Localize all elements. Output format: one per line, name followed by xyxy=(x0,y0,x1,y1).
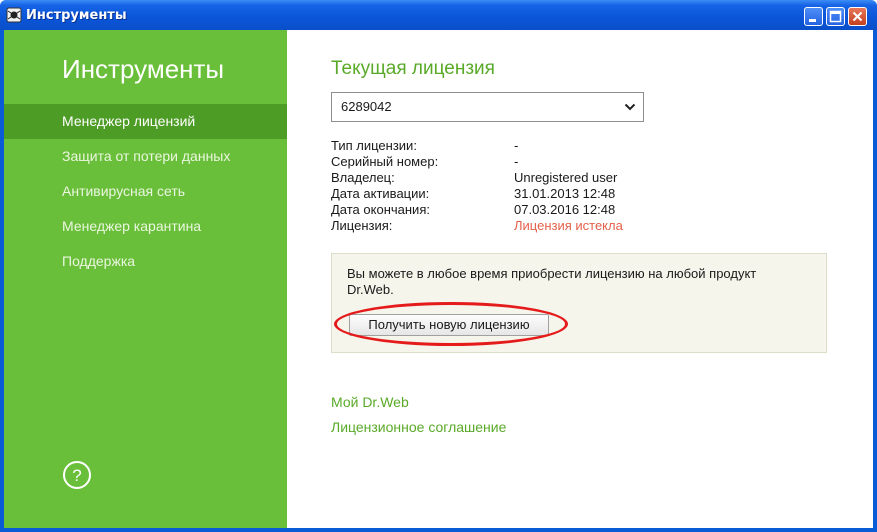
help-icon[interactable]: ? xyxy=(62,460,92,490)
close-icon xyxy=(852,11,863,22)
serial-number-value: - xyxy=(514,154,519,169)
purchase-notice-text: Вы можете в любое время приобрести лицен… xyxy=(347,266,757,297)
owner-value: Unregistered user xyxy=(514,170,618,185)
license-status-label: Лицензия: xyxy=(331,218,393,233)
sidebar-item-quarantine-manager[interactable]: Менеджер карантина xyxy=(4,209,287,244)
sidebar-title: Инструменты xyxy=(62,54,225,84)
app-spider-icon xyxy=(6,7,22,23)
main-panel: Текущая лицензия 6289042 Тип лицензии: -… xyxy=(287,30,873,528)
app-window: Инструменты Инструменты Менеджер лицензи… xyxy=(0,0,877,532)
chevron-down-icon xyxy=(624,103,636,111)
sidebar: Инструменты Менеджер лицензий Защита от … xyxy=(4,30,287,528)
maximize-button[interactable] xyxy=(826,7,845,26)
maximize-icon xyxy=(829,10,842,23)
sidebar-item-antivirus-network[interactable]: Антивирусная сеть xyxy=(4,174,287,209)
serial-number-label: Серийный номер: xyxy=(331,154,439,169)
license-status-value: Лицензия истекла xyxy=(514,218,623,233)
license-select-value: 6289042 xyxy=(341,99,392,114)
expiration-date-label: Дата окончания: xyxy=(331,202,430,217)
owner-label: Владелец: xyxy=(331,170,395,185)
activation-date-value: 31.01.2013 12:48 xyxy=(514,186,616,201)
get-new-license-button[interactable]: Получить новую лицензию xyxy=(349,314,549,336)
window-title: Инструменты xyxy=(26,8,127,23)
license-agreement-link[interactable]: Лицензионное соглашение xyxy=(331,419,506,435)
close-button[interactable] xyxy=(848,7,867,26)
license-type-label: Тип лицензии: xyxy=(331,138,417,153)
activation-date-label: Дата активации: xyxy=(331,186,430,201)
help-symbol: ? xyxy=(72,466,81,485)
my-drweb-link[interactable]: Мой Dr.Web xyxy=(331,394,409,410)
sidebar-item-license-manager[interactable]: Менеджер лицензий xyxy=(4,104,287,139)
expiration-date-value: 07.03.2016 12:48 xyxy=(514,202,616,217)
window-client-area: Инструменты Менеджер лицензий Защита от … xyxy=(4,30,873,528)
title-bar[interactable]: Инструменты xyxy=(0,0,877,30)
license-select[interactable]: 6289042 xyxy=(331,92,644,122)
minimize-icon xyxy=(809,19,816,22)
license-type-value: - xyxy=(514,138,519,153)
sidebar-item-support[interactable]: Поддержка xyxy=(4,244,287,279)
purchase-notice-box: Вы можете в любое время приобрести лицен… xyxy=(331,253,827,353)
minimize-button[interactable] xyxy=(804,7,823,26)
page-title: Текущая лицензия xyxy=(331,58,495,79)
sidebar-item-data-loss-protection[interactable]: Защита от потери данных xyxy=(4,139,287,174)
